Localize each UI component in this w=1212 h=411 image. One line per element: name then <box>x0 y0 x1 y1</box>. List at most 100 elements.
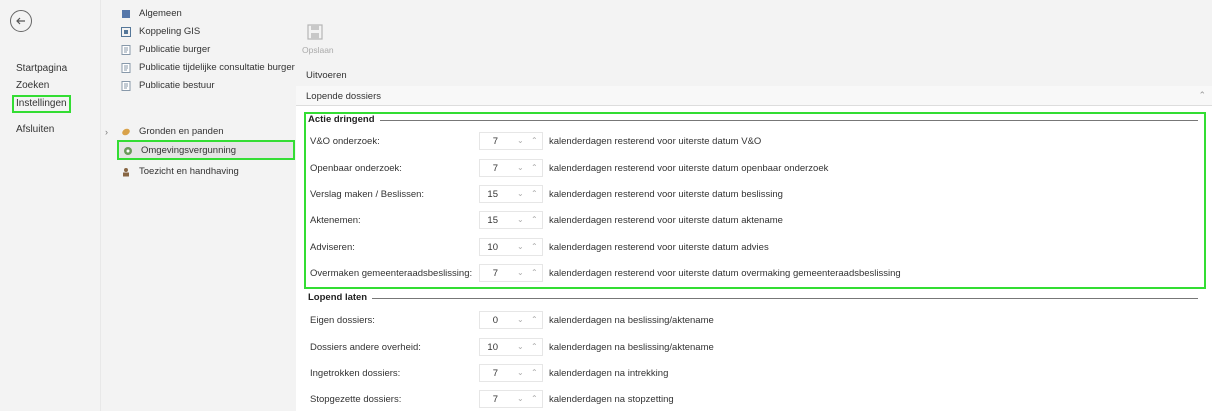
floppy-disk-icon <box>307 24 323 40</box>
parcel-icon <box>122 128 130 136</box>
setting-label: V&O onderzoek: <box>310 136 380 147</box>
setting-label: Verslag maken / Beslissen: <box>310 189 425 200</box>
setting-label: Ingetrokken dossiers: <box>310 368 401 379</box>
stepper-value: 10 <box>487 242 498 253</box>
chevron-up-icon[interactable]: ⌃ <box>531 315 538 324</box>
stepper-value: 15 <box>487 189 498 200</box>
tree-item-koppeling-gis[interactable]: Koppeling GIS <box>121 24 296 40</box>
stepper-value: 7 <box>492 368 498 379</box>
setting-description: kalenderdagen resterend voor uiterste da… <box>549 163 829 174</box>
days-stepper[interactable]: 15 ⌄ ⌃ <box>479 185 543 203</box>
section-header[interactable]: Lopende dossiers ⌃ <box>296 86 1212 106</box>
group-divider <box>372 298 1198 299</box>
group-title-lopend-laten: Lopend laten <box>308 292 372 303</box>
tree-item-toezicht-en-handhaving[interactable]: Toezicht en handhaving <box>121 164 296 180</box>
chevron-up-icon[interactable]: ⌃ <box>531 215 538 224</box>
chevron-up-icon[interactable]: ⌃ <box>531 136 538 145</box>
save-button-label: Opslaan <box>302 45 334 55</box>
tree-item-omgevingsvergunning[interactable]: Omgevingsvergunning <box>117 140 295 160</box>
chevron-down-icon[interactable]: ⌄ <box>517 136 524 145</box>
document-icon <box>121 81 131 91</box>
tree-item-label: Omgevingsvergunning <box>141 145 237 156</box>
chevron-up-icon[interactable]: ⌃ <box>531 394 538 403</box>
days-stepper[interactable]: 10 ⌄ ⌃ <box>479 238 543 256</box>
chevron-up-icon[interactable]: ⌃ <box>531 189 538 198</box>
nav-item-zoeken[interactable]: Zoeken <box>14 78 51 94</box>
stepper-value: 7 <box>492 394 498 405</box>
chevron-down-icon[interactable]: ⌄ <box>517 342 524 351</box>
nav-item-startpagina[interactable]: Startpagina <box>14 61 69 77</box>
section-title: Lopende dossiers <box>306 91 381 102</box>
chevron-down-icon[interactable]: ⌄ <box>517 268 524 277</box>
setting-description: kalenderdagen na stopzetting <box>549 394 674 405</box>
chevron-up-icon[interactable]: ⌃ <box>531 163 538 172</box>
chevron-down-icon[interactable]: ⌄ <box>517 163 524 172</box>
days-stepper[interactable]: 0 ⌄ ⌃ <box>479 311 543 329</box>
days-stepper[interactable]: 7 ⌄ ⌃ <box>479 390 543 408</box>
setting-description: kalenderdagen resterend voor uiterste da… <box>549 189 783 200</box>
stepper-value: 7 <box>492 136 498 147</box>
setting-description: kalenderdagen resterend voor uiterste da… <box>549 136 762 147</box>
setting-description: kalenderdagen na intrekking <box>549 368 669 379</box>
chevron-up-icon[interactable]: ⌃ <box>531 268 538 277</box>
nav-item-instellingen[interactable]: Instellingen <box>12 95 71 113</box>
tree-item-label: Publicatie tijdelijke consultatie burger <box>139 62 295 73</box>
document-icon <box>121 63 131 73</box>
tree-item-publicatie-tijdelijke-consultatie[interactable]: Publicatie tijdelijke consultatie burger <box>121 60 296 76</box>
days-stepper[interactable]: 7 ⌄ ⌃ <box>479 132 543 150</box>
chevron-right-icon[interactable]: › <box>105 127 108 137</box>
days-stepper[interactable]: 7 ⌄ ⌃ <box>479 159 543 177</box>
stepper-value: 0 <box>492 315 498 326</box>
chevron-down-icon[interactable]: ⌄ <box>517 394 524 403</box>
stepper-value: 7 <box>492 268 498 279</box>
setting-description: kalenderdagen resterend voor uiterste da… <box>549 242 769 253</box>
chevron-down-icon[interactable]: ⌄ <box>517 189 524 198</box>
stepper-value: 15 <box>487 215 498 226</box>
setting-description: kalenderdagen na beslissing/aktename <box>549 342 714 353</box>
setting-label: Openbaar onderzoek: <box>310 163 402 174</box>
save-button[interactable]: Opslaan <box>302 22 342 62</box>
tree-item-algemeen[interactable]: Algemeen <box>121 6 296 22</box>
setting-description: kalenderdagen na beslissing/aktename <box>549 315 714 326</box>
tree-item-label: Publicatie burger <box>139 44 211 55</box>
chevron-up-icon[interactable]: ⌃ <box>531 368 538 377</box>
tree-item-label: Koppeling GIS <box>139 26 201 37</box>
ribbon-toolbar: Opslaan Uitvoeren <box>296 0 1212 86</box>
setting-description: kalenderdagen resterend voor uiterste da… <box>549 268 901 279</box>
map-icon <box>121 27 131 37</box>
settings-tree: Algemeen Koppeling GIS Publicatie burger… <box>100 0 296 411</box>
setting-label: Eigen dossiers: <box>310 315 375 326</box>
chevron-down-icon[interactable]: ⌄ <box>517 242 524 251</box>
days-stepper[interactable]: 7 ⌄ ⌃ <box>479 264 543 282</box>
setting-label: Adviseren: <box>310 242 355 253</box>
stepper-value: 10 <box>487 342 498 353</box>
tree-item-label: Algemeen <box>139 8 182 19</box>
chevron-down-icon[interactable]: ⌄ <box>517 368 524 377</box>
days-stepper[interactable]: 15 ⌄ ⌃ <box>479 211 543 229</box>
tree-item-publicatie-bestuur[interactable]: Publicatie bestuur <box>121 78 296 94</box>
setting-label: Overmaken gemeenteraadsbeslissing: <box>310 268 473 279</box>
arrow-left-icon <box>16 17 25 25</box>
document-icon <box>121 45 131 55</box>
back-button[interactable] <box>10 10 32 32</box>
chevron-down-icon[interactable]: ⌄ <box>517 215 524 224</box>
tree-item-gronden-en-panden[interactable]: Gronden en panden <box>121 124 296 140</box>
main-panel: Opslaan Uitvoeren Lopende dossiers ⌃ Act… <box>296 0 1212 411</box>
chevron-up-icon[interactable]: ⌃ <box>1198 90 1206 101</box>
tree-item-label: Gronden en panden <box>139 126 224 137</box>
stepper-value: 7 <box>492 163 498 174</box>
chevron-down-icon[interactable]: ⌄ <box>517 315 524 324</box>
setting-label: Aktenemen: <box>310 215 361 226</box>
permit-icon <box>124 147 132 155</box>
chevron-up-icon[interactable]: ⌃ <box>531 242 538 251</box>
nav-item-afsluiten[interactable]: Afsluiten <box>14 122 56 138</box>
chevron-up-icon[interactable]: ⌃ <box>531 342 538 351</box>
left-navigation: Startpagina Zoeken Instellingen Afsluite… <box>0 0 100 411</box>
setting-label: Stopgezette dossiers: <box>310 394 402 405</box>
tree-item-publicatie-burger[interactable]: Publicatie burger <box>121 42 296 58</box>
setting-label: Dossiers andere overheid: <box>310 342 421 353</box>
days-stepper[interactable]: 10 ⌄ ⌃ <box>479 338 543 356</box>
database-icon <box>122 10 130 18</box>
days-stepper[interactable]: 7 ⌄ ⌃ <box>479 364 543 382</box>
ribbon-group-label: Uitvoeren <box>306 70 347 81</box>
